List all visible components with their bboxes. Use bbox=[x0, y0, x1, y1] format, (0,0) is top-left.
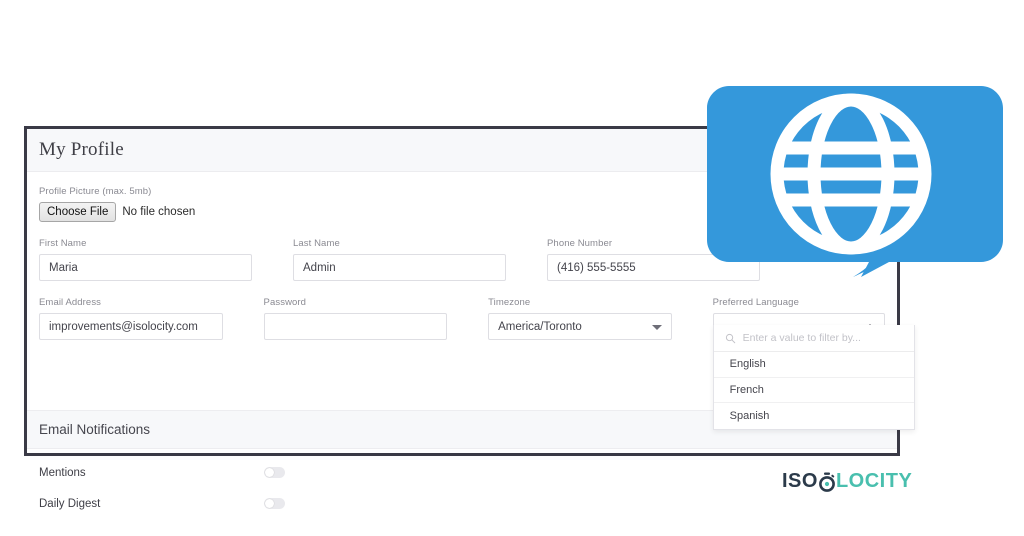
choose-file-button[interactable]: Choose File bbox=[39, 202, 117, 222]
timezone-value: America/Toronto bbox=[498, 320, 582, 333]
language-dropdown-panel: Enter a value to filter by... English Fr… bbox=[712, 325, 915, 430]
notification-rows: Mentions Daily Digest bbox=[39, 457, 885, 519]
email-address-input[interactable]: improvements@isolocity.com bbox=[39, 313, 223, 340]
language-option-english[interactable]: English bbox=[713, 352, 914, 378]
toggle-knob bbox=[265, 499, 274, 508]
phone-number-label: Phone Number bbox=[547, 238, 613, 249]
language-option-spanish[interactable]: Spanish bbox=[714, 403, 914, 429]
field-email-address: Email Address improvements@isolocity.com bbox=[39, 297, 223, 340]
field-timezone: Timezone America/Toronto bbox=[488, 297, 672, 340]
field-last-name: Last Name Admin bbox=[293, 238, 506, 281]
first-name-input[interactable]: Maria bbox=[39, 254, 252, 281]
last-name-input[interactable]: Admin bbox=[293, 254, 506, 281]
file-input-row[interactable]: Choose File No file chosen bbox=[39, 202, 885, 222]
stopwatch-icon bbox=[818, 472, 836, 492]
preferred-language-label: Preferred Language bbox=[712, 297, 799, 308]
chevron-down-icon bbox=[651, 324, 662, 330]
form-row-2: Email Address improvements@isolocity.com… bbox=[39, 297, 915, 430]
field-phone-number: Phone Number (416) 555-5555 bbox=[547, 238, 760, 281]
timezone-select[interactable]: America/Toronto bbox=[488, 313, 672, 340]
email-notifications-title: Email Notifications bbox=[39, 422, 151, 437]
language-option-french[interactable]: French bbox=[713, 378, 914, 403]
last-name-label: Last Name bbox=[293, 238, 340, 249]
notification-row-mentions: Mentions bbox=[39, 457, 885, 488]
field-first-name: First Name Maria bbox=[39, 238, 252, 281]
isolocity-logo: ISO LOCITY bbox=[782, 470, 912, 493]
file-status-text: No file chosen bbox=[122, 206, 196, 218]
mentions-label: Mentions bbox=[39, 466, 86, 479]
timezone-label: Timezone bbox=[488, 297, 531, 308]
page-title: My Profile bbox=[39, 139, 124, 160]
mentions-toggle[interactable] bbox=[264, 467, 285, 478]
language-filter-placeholder: Enter a value to filter by... bbox=[742, 332, 861, 344]
logo-text-locity: LOCITY bbox=[835, 470, 913, 492]
password-label: Password bbox=[263, 297, 307, 308]
panel-body: Profile Picture (max. 5mb) Choose File N… bbox=[27, 172, 915, 510]
daily-digest-label: Daily Digest bbox=[39, 497, 101, 510]
profile-picture-field: Profile Picture (max. 5mb) Choose File N… bbox=[39, 172, 885, 222]
email-address-label: Email Address bbox=[39, 297, 102, 308]
language-filter-row[interactable]: Enter a value to filter by... bbox=[713, 325, 914, 352]
my-profile-panel: My Profile Profile Picture (max. 5mb) Ch… bbox=[24, 126, 915, 510]
first-name-label: First Name bbox=[39, 238, 87, 249]
notification-row-daily-digest: Daily Digest bbox=[39, 488, 885, 519]
field-password: Password bbox=[263, 297, 448, 340]
search-icon bbox=[725, 333, 735, 343]
phone-number-input[interactable]: (416) 555-5555 bbox=[547, 254, 760, 281]
field-preferred-language: Preferred Language Enter a value to filt… bbox=[712, 297, 915, 430]
form-row-1: First Name Maria Last Name Admin Phone N… bbox=[39, 238, 885, 281]
profile-picture-label: Profile Picture (max. 5mb) bbox=[39, 186, 152, 197]
daily-digest-toggle[interactable] bbox=[264, 498, 285, 509]
toggle-knob bbox=[265, 468, 274, 477]
password-input[interactable] bbox=[263, 313, 448, 340]
panel-header: My Profile bbox=[27, 129, 897, 172]
logo-text-iso: ISO bbox=[782, 470, 818, 492]
